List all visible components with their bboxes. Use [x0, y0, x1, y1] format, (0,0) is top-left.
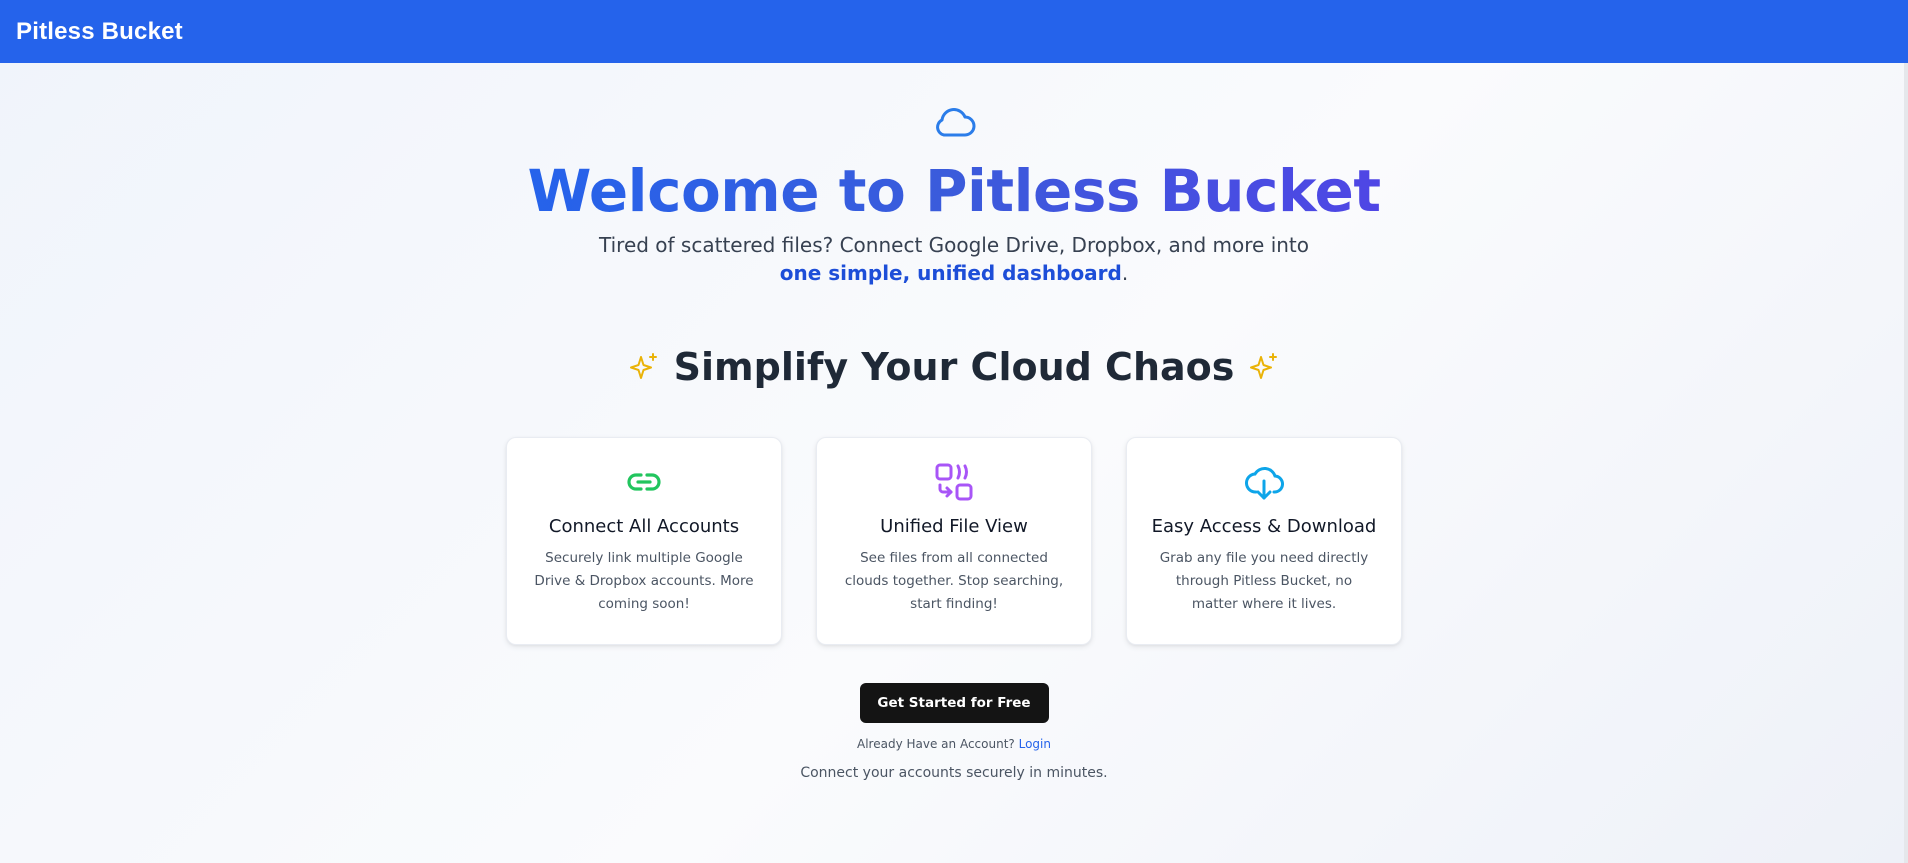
feature-card-connect: Connect All Accounts Securely link multi…	[506, 437, 782, 645]
hero-subtitle: Tired of scattered files? Connect Google…	[594, 231, 1314, 287]
login-prompt: Already Have an Account? Login	[857, 737, 1051, 751]
get-started-button[interactable]: Get Started for Free	[859, 683, 1049, 723]
landing-main: Welcome to Pitless Bucket Tired of scatt…	[0, 63, 1908, 863]
unified-view-icon	[935, 463, 973, 501]
page-title: Welcome to Pitless Bucket	[527, 151, 1381, 231]
card-description: See files from all connected clouds toge…	[844, 550, 1064, 612]
hero-subtitle-highlight: one simple, unified dashboard	[779, 261, 1122, 285]
top-navbar: Pitless Bucket	[0, 0, 1908, 63]
features-heading-text: Simplify Your Cloud Chaos	[673, 345, 1235, 389]
hero-subtitle-text: Tired of scattered files? Connect Google…	[599, 233, 1309, 257]
card-description: Grab any file you need directly through …	[1159, 550, 1369, 612]
sparkles-icon	[1250, 353, 1278, 379]
tagline: Connect your accounts securely in minute…	[800, 765, 1108, 781]
brand-logo[interactable]: Pitless Bucket	[16, 18, 183, 46]
feature-card-unified: Unified File View See files from all con…	[816, 437, 1092, 645]
card-title: Easy Access & Download	[1151, 516, 1377, 537]
login-link[interactable]: Login	[1019, 737, 1051, 751]
cloud-download-icon	[1245, 467, 1284, 500]
cloud-icon	[936, 108, 976, 137]
feature-cards: Connect All Accounts Securely link multi…	[506, 437, 1402, 645]
link-icon	[627, 473, 661, 491]
feature-card-download: Easy Access & Download Grab any file you…	[1126, 437, 1402, 645]
features-heading: Simplify Your Cloud Chaos	[628, 345, 1281, 389]
card-title: Unified File View	[880, 516, 1028, 537]
sparkles-icon	[629, 353, 657, 379]
hero-subtitle-end: .	[1121, 261, 1129, 285]
login-prompt-text: Already Have an Account?	[857, 737, 1015, 751]
card-description: Securely link multiple Google Drive & Dr…	[534, 550, 754, 612]
card-title: Connect All Accounts	[548, 516, 740, 537]
